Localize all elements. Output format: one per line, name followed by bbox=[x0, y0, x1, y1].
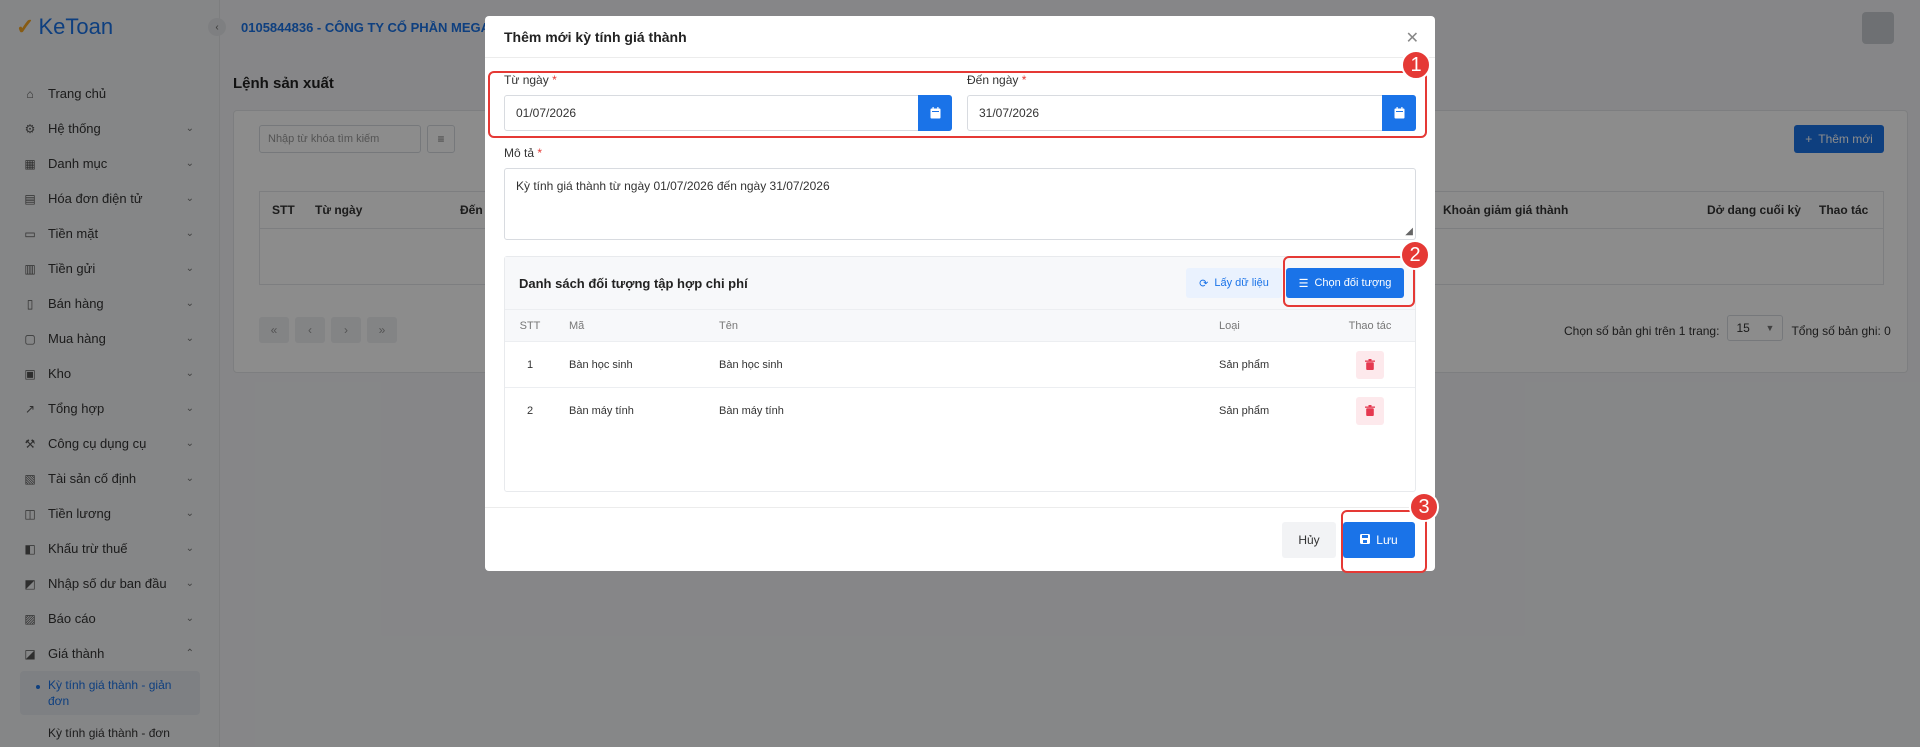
trash-icon[interactable] bbox=[1356, 350, 1384, 379]
highlight-box-dates bbox=[488, 71, 1427, 138]
refresh-icon: ⟳ bbox=[1199, 277, 1209, 290]
row-ma: Bàn máy tính bbox=[569, 404, 634, 417]
description-value: Kỳ tính giá thành từ ngày 01/07/2026 đến… bbox=[516, 179, 830, 193]
callout-badge: 1 bbox=[1401, 50, 1431, 80]
row-ma: Bàn học sinh bbox=[569, 358, 633, 371]
cost-object-table-header: STT Mã Tên Loại Thao tác bbox=[505, 309, 1415, 341]
col-loai: Loại bbox=[1219, 319, 1240, 332]
col-stt: STT bbox=[519, 319, 541, 332]
row-actions bbox=[1325, 396, 1415, 425]
required-mark: * bbox=[537, 146, 543, 160]
col-ten: Tên bbox=[719, 319, 738, 332]
description-textarea[interactable]: Kỳ tính giá thành từ ngày 01/07/2026 đến… bbox=[504, 168, 1416, 240]
trash-icon[interactable] bbox=[1356, 396, 1384, 425]
highlight-box-choose bbox=[1283, 256, 1415, 307]
table-row: 2 Bàn máy tính Bàn máy tính Sản phẩm bbox=[505, 387, 1415, 433]
row-loai: Sản phẩm bbox=[1219, 404, 1270, 417]
close-icon[interactable]: ✕ bbox=[1406, 28, 1419, 48]
callout-badge: 3 bbox=[1409, 492, 1439, 522]
callout-badge: 2 bbox=[1400, 240, 1430, 270]
modal-title: Thêm mới kỳ tính giá thành bbox=[485, 16, 1435, 58]
row-actions bbox=[1325, 350, 1415, 379]
resize-handle-icon[interactable]: ◢ bbox=[1405, 226, 1413, 237]
highlight-box-save bbox=[1341, 510, 1427, 573]
cost-object-list-header: Danh sách đối tượng tập hợp chi phí ⟳ Lấ… bbox=[505, 257, 1415, 309]
cancel-button[interactable]: Hủy bbox=[1282, 522, 1336, 558]
cost-object-list: Danh sách đối tượng tập hợp chi phí ⟳ Lấ… bbox=[504, 256, 1416, 492]
table-row: 1 Bàn học sinh Bàn học sinh Sản phẩm bbox=[505, 341, 1415, 387]
row-stt: 1 bbox=[526, 358, 534, 371]
load-data-button[interactable]: ⟳ Lấy dữ liệu bbox=[1186, 268, 1282, 298]
row-stt: 2 bbox=[526, 404, 534, 417]
row-ten: Bàn học sinh bbox=[719, 358, 783, 371]
row-loai: Sản phẩm bbox=[1219, 358, 1270, 371]
modal-footer: Hủy Lưu bbox=[485, 507, 1435, 571]
load-data-label: Lấy dữ liệu bbox=[1214, 277, 1269, 289]
col-thao-tac: Thao tác bbox=[1348, 319, 1392, 332]
col-ma: Mã bbox=[569, 319, 585, 332]
description-label: Mô tả * bbox=[504, 146, 542, 160]
row-ten: Bàn máy tính bbox=[719, 404, 784, 417]
description-label-text: Mô tả bbox=[504, 146, 535, 160]
